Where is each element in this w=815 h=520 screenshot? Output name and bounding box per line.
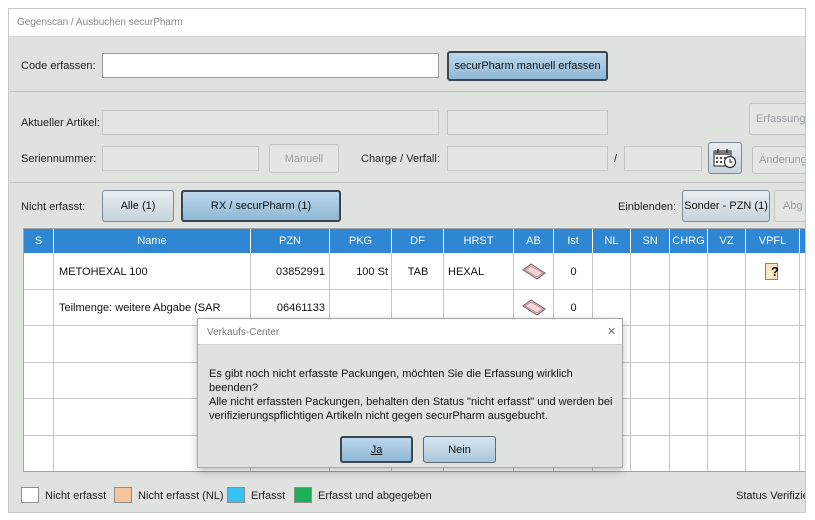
- einblenden-label: Einblenden:: [618, 201, 677, 213]
- verfall-field: [624, 146, 702, 171]
- status-verifizierung-label: Status Verifizie: [736, 490, 806, 502]
- confirm-dialog: Verkaufs-Center ✕ Es gibt noch nicht erf…: [197, 318, 623, 468]
- legend-label: Erfasst: [251, 490, 286, 502]
- window-title: Gegenscan / Ausbuchen securPharm: [17, 17, 183, 28]
- artikel-label: Aktueller Artikel:: [21, 117, 100, 129]
- erfassung-button[interactable]: Erfassung: [749, 103, 805, 135]
- col-header-pzn[interactable]: PZN: [251, 229, 330, 253]
- window-titlebar: Gegenscan / Ausbuchen securPharm: [9, 9, 805, 37]
- securpharm-manual-button[interactable]: securPharm manuell erfassen: [447, 51, 608, 81]
- nicht-erfasst-label: Nicht erfasst:: [21, 201, 86, 213]
- row-name: METOHEXAL 100: [59, 266, 148, 278]
- legend-swatch-erfasst: [227, 487, 245, 503]
- legend-swatch-nicht-erfasst: [21, 487, 39, 503]
- seriennummer-field: [102, 146, 259, 171]
- vpfl-status-icon: ?: [746, 259, 800, 283]
- legend-swatch-erfasst-abgegeben: [294, 487, 312, 503]
- col-header-nl[interactable]: NL: [593, 229, 631, 253]
- ja-button[interactable]: Ja: [340, 436, 413, 463]
- artikel-field: [102, 110, 439, 135]
- row-ist: 0: [570, 302, 577, 314]
- col-header-ist[interactable]: Ist: [554, 229, 593, 253]
- seriennummer-label: Seriennummer:: [21, 153, 97, 165]
- row-pkg: 100 St: [356, 266, 388, 278]
- col-header-vz[interactable]: VZ: [708, 229, 746, 253]
- col-header-ab[interactable]: AB: [514, 229, 554, 253]
- legend-label: Nicht erfasst (NL): [138, 490, 224, 502]
- col-header-hrst[interactable]: HRST: [444, 229, 514, 253]
- package-icon: [522, 263, 546, 280]
- code-input[interactable]: [102, 53, 439, 78]
- alle-filter-button[interactable]: Alle (1): [102, 190, 174, 222]
- aenderung-button[interactable]: Änderung: [752, 146, 805, 174]
- row-pzn: 06461133: [276, 302, 325, 314]
- abgabe-button[interactable]: Abg: [774, 190, 805, 222]
- dialog-message-line: Es gibt noch nicht erfasste Packungen, m…: [209, 368, 573, 394]
- charge-label: Charge / Verfall:: [361, 153, 440, 165]
- package-icon: [522, 299, 546, 316]
- row-df: TAB: [407, 266, 429, 278]
- charge-field: [447, 146, 608, 171]
- artikel-field-secondary: [447, 110, 608, 135]
- legend-label: Nicht erfasst: [45, 490, 107, 502]
- dialog-message-line: Alle nicht erfassten Packungen, behalten…: [209, 396, 613, 408]
- col-header-df[interactable]: DF: [392, 229, 444, 253]
- row-pzn: 03852991: [276, 266, 325, 278]
- col-header-extra: [800, 229, 805, 253]
- code-label: Code erfassen:: [21, 60, 96, 72]
- legend-swatch-nicht-erfasst-nl: [114, 487, 132, 503]
- separator: [9, 91, 805, 92]
- manuell-button[interactable]: Manuell: [269, 144, 339, 173]
- dialog-message: Es gibt noch nicht erfasste Packungen, m…: [209, 367, 622, 423]
- col-header-sn[interactable]: SN: [631, 229, 670, 253]
- row-name: Teilmenge: weitere Abgabe (SAR: [59, 302, 221, 314]
- separator: [9, 182, 805, 183]
- calendar-button[interactable]: [708, 142, 742, 174]
- col-header-vpfl[interactable]: VPFL: [746, 229, 800, 253]
- dialog-title: Verkaufs-Center: [207, 327, 280, 338]
- dialog-titlebar: Verkaufs-Center ✕: [198, 319, 622, 345]
- nein-button[interactable]: Nein: [423, 436, 496, 463]
- charge-slash: /: [614, 153, 618, 165]
- col-header-s[interactable]: S: [24, 229, 54, 253]
- sonder-pzn-button[interactable]: Sonder - PZN (1): [682, 190, 770, 222]
- close-icon[interactable]: ✕: [607, 325, 616, 338]
- row-ist: 0: [570, 266, 577, 278]
- vpfl-question-mark: ?: [771, 264, 779, 279]
- col-header-pkg[interactable]: PKG: [330, 229, 392, 253]
- dialog-message-line: verifizierungspflichtigen Artikeln nicht…: [209, 410, 548, 422]
- row-hrst: HEXAL: [448, 266, 485, 278]
- calendar-clock-icon: [713, 149, 737, 169]
- col-header-name[interactable]: Name: [54, 229, 251, 253]
- legend-label: Erfasst und abgegeben: [318, 490, 432, 502]
- col-header-chrg[interactable]: CHRG: [670, 229, 708, 253]
- rx-securpharm-filter-button[interactable]: RX / securPharm (1): [181, 190, 341, 222]
